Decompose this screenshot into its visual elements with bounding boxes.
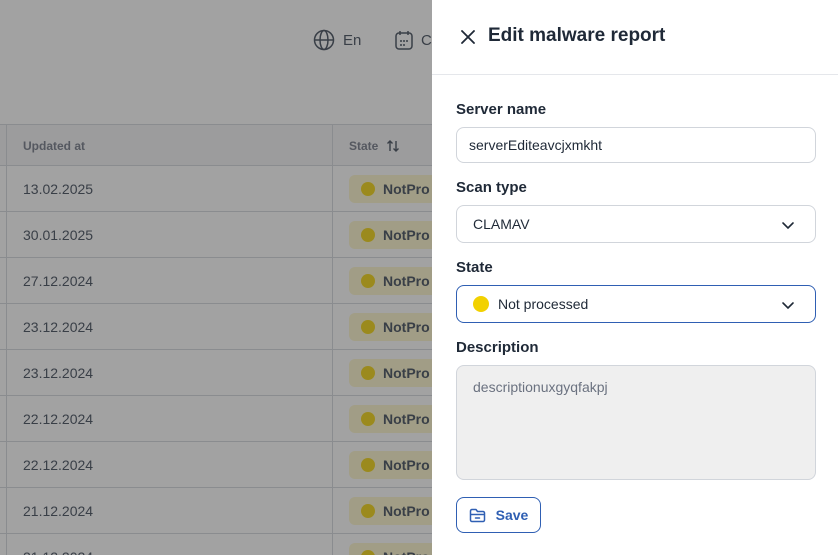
save-button-label: Save xyxy=(495,507,529,523)
state-dot xyxy=(473,296,489,312)
scan-type-label: Scan type xyxy=(456,179,527,196)
description-textarea[interactable]: descriptionuxgyqfakpj xyxy=(456,365,816,480)
state-label: State xyxy=(456,259,493,276)
scan-type-select[interactable]: CLAMAV xyxy=(456,205,816,243)
state-select[interactable]: Not processed xyxy=(456,285,816,323)
chevron-down-icon xyxy=(782,222,794,230)
description-label: Description xyxy=(456,339,539,356)
server-name-label: Server name xyxy=(456,101,547,118)
server-name-input[interactable]: serverEditeavcjxmkht xyxy=(456,127,816,163)
close-button[interactable] xyxy=(458,27,478,47)
close-icon xyxy=(461,30,475,44)
server-name-value: serverEditeavcjxmkht xyxy=(469,137,603,153)
save-button[interactable]: Save xyxy=(456,497,541,533)
scan-type-value: CLAMAV xyxy=(473,216,530,232)
drawer-header: Edit malware report xyxy=(432,0,838,75)
chevron-down-icon xyxy=(782,302,794,310)
drawer-title: Edit malware report xyxy=(488,25,666,46)
description-value: descriptionuxgyqfakpj xyxy=(473,379,608,395)
folder-icon xyxy=(469,508,485,523)
edit-malware-report-drawer: Edit malware report Server name serverEd… xyxy=(432,0,838,555)
state-value: Not processed xyxy=(498,296,589,312)
